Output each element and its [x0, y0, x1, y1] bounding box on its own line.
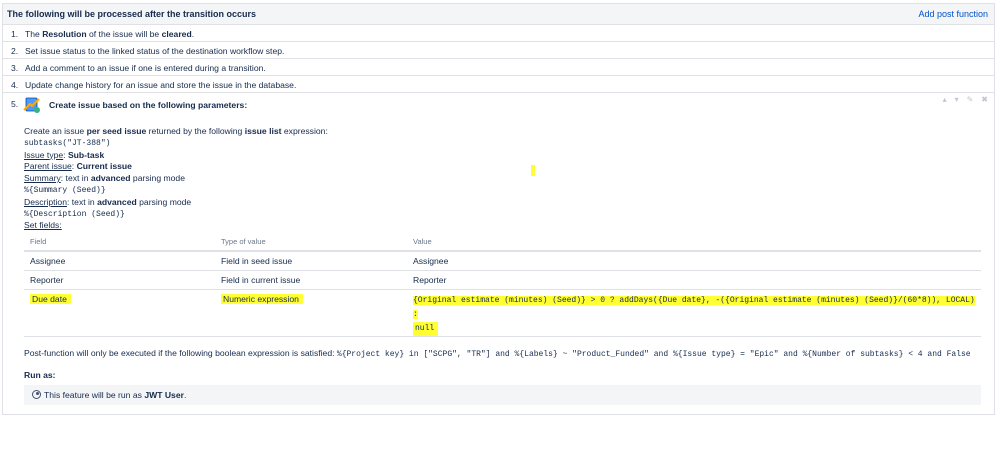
step-text: Set issue status to the linked status of…	[25, 46, 285, 56]
step-row-1: 1. The Resolution of the issue will be c…	[3, 25, 994, 42]
column-header-value: Value	[407, 233, 981, 252]
add-post-function-link[interactable]: Add post function	[918, 9, 988, 19]
edit-icon[interactable]: ✎	[967, 95, 974, 104]
create-issue-parameters: Create an issue per seed issue returned …	[24, 126, 328, 232]
step-number: 3.	[11, 63, 19, 73]
field-cell: Assignee	[24, 251, 215, 271]
parent-issue-line: Parent issue: Current issue	[24, 161, 132, 172]
table-row: Reporter Field in current issue Reporter	[24, 270, 981, 290]
step-number: 1.	[11, 29, 19, 39]
move-up-icon[interactable]: ▴	[943, 95, 947, 104]
step-row-5: 5. ▴ ▾ ✎ ✖ Create issue based on the fol…	[3, 93, 994, 463]
post-condition: Post-function will only be executed if t…	[24, 348, 971, 359]
step-text: The Resolution of the issue will be clea…	[25, 29, 195, 39]
summary-expression: %{Summary (Seed)}	[24, 185, 106, 195]
issue-type-line: Issue type: Sub-task	[24, 149, 105, 160]
value-cell: Reporter	[407, 270, 981, 290]
step-text: Add a comment to an issue if one is ente…	[25, 63, 266, 73]
step-number: 4.	[11, 80, 19, 90]
table-row: Assignee Field in seed issue Assignee	[24, 251, 981, 271]
delete-icon[interactable]: ✖	[981, 95, 988, 104]
type-cell: Field in current issue	[215, 270, 407, 290]
step-number: 5.	[11, 99, 19, 109]
post-functions-panel: The following will be processed after th…	[2, 3, 995, 415]
issue-list-expression: subtasks("JT-388")	[24, 138, 111, 148]
user-icon	[32, 390, 41, 399]
table-row: Due date Numeric expression {Original es…	[24, 289, 981, 337]
create-line: Create an issue per seed issue returned …	[24, 126, 328, 136]
create-issue-icon	[23, 97, 40, 113]
run-as-text: This feature will be run as JWT User.	[44, 390, 187, 400]
type-cell: Numeric expression	[215, 289, 407, 337]
step-row-4: 4. Update change history for an issue an…	[3, 76, 994, 93]
step-row-2: 2. Set issue status to the linked status…	[3, 42, 994, 59]
highlighted-field: Due date	[30, 293, 71, 304]
step-text: Update change history for an issue and s…	[25, 80, 297, 90]
summary-line: Summary: text in advanced parsing mode	[24, 173, 185, 184]
value-cell: {Original estimate (minutes) (Seed)} > 0…	[407, 289, 981, 337]
panel-title: The following will be processed after th…	[7, 9, 257, 19]
value-cell: Assignee	[407, 251, 981, 271]
step-row-3: 3. Add a comment to an issue if one is e…	[3, 59, 994, 76]
step-number: 2.	[11, 46, 19, 56]
row-tools: ▴ ▾ ✎ ✖	[943, 95, 988, 104]
move-down-icon[interactable]: ▾	[955, 95, 959, 104]
field-cell: Due date	[24, 289, 215, 337]
set-fields-table: Field Type of value Value Assignee Field…	[24, 233, 981, 337]
type-cell: Field in seed issue	[215, 251, 407, 271]
text-cursor-highlight	[531, 165, 535, 176]
set-fields-label: Set fields:	[24, 220, 62, 231]
run-as-label: Run as:	[24, 370, 56, 380]
panel-header: The following will be processed after th…	[3, 4, 994, 25]
column-header-field: Field	[24, 233, 215, 252]
highlighted-type: Numeric expression	[221, 293, 303, 304]
create-issue-title: Create issue based on the following para…	[49, 100, 248, 110]
highlighted-expression-line1: {Original estimate (minutes) (Seed)} > 0…	[413, 295, 975, 319]
description-line: Description: text in advanced parsing mo…	[24, 196, 192, 207]
condition-expression: %{Project key} in ["SCPG", "TR"] and %{L…	[336, 350, 971, 359]
run-as-box: This feature will be run as JWT User.	[24, 385, 981, 405]
column-header-type: Type of value	[215, 233, 407, 252]
highlighted-expression-line2: null	[413, 321, 439, 336]
description-expression: %{Description (Seed)}	[24, 209, 125, 219]
field-cell: Reporter	[24, 270, 215, 290]
